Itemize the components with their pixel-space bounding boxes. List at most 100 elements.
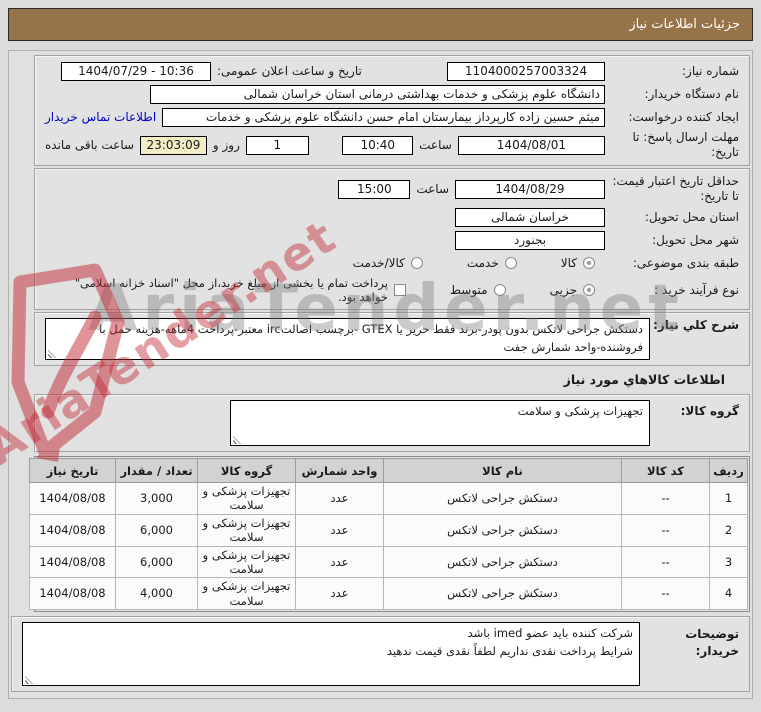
remaining-countdown-field: 23:03:09	[140, 135, 207, 155]
goods-radio[interactable]	[583, 257, 595, 269]
deadline-time-input[interactable]: 10:40	[342, 135, 414, 155]
delivery-province-label: استان محل تحویل:	[644, 209, 739, 224]
cell-quantity: 6,000	[115, 513, 198, 547]
buyer-org-label: نام دستگاه خریدار:	[644, 86, 740, 101]
cell-unit: عدد	[295, 577, 384, 610]
response-deadline-row: مهلت ارسال پاسخ: تا تاریخ: 1404/08/01 سا…	[45, 130, 739, 160]
validity-hour-label: ساعت	[416, 181, 449, 196]
delivery-city-label: شهر محل تحویل:	[652, 232, 739, 247]
cell-row-number: 4	[709, 577, 748, 610]
buyer-org-input[interactable]: دانشگاه علوم پزشکی و خدمات بهداشتی درمان…	[150, 84, 605, 104]
need-number-label: شماره نیاز:	[682, 63, 739, 78]
goods-service-radio[interactable]	[410, 257, 423, 269]
buyer-notes-line: شرایط پرداخت نقدی نداریم لطفاً نقدی قیمت…	[386, 643, 633, 658]
purchase-process-row: نوع فرآیند خرید : جزیی متوسط پرداخت تمام…	[45, 276, 739, 304]
treasury-checkbox[interactable]	[393, 284, 406, 296]
need-description-groupbox: شرح کلي نیاز: دستکش جراحی لاتکس بدون پود…	[34, 312, 750, 366]
minor-radio[interactable]	[583, 284, 595, 296]
cell-need-date: 1404/08/08	[29, 577, 116, 610]
general-info-groupbox: شماره نیاز: 1104000257003324 تاریخ و ساع…	[34, 55, 750, 166]
goods-radio-label: کالا	[560, 256, 577, 270]
radio-option-minor[interactable]: جزیی	[550, 283, 595, 297]
days-and-label: روز و	[212, 137, 240, 152]
cell-quantity: 3,000	[115, 482, 198, 515]
need-number-input[interactable]: 1104000257003324	[447, 61, 605, 81]
request-creator-row: ایجاد کننده درخواست: میثم حسین زاده کارپ…	[45, 107, 739, 127]
cell-need-date: 1404/08/08	[29, 482, 116, 515]
cell-quantity: 6,000	[115, 545, 198, 579]
radio-option-goods-service[interactable]: کالا/خدمت	[353, 256, 423, 270]
cell-item-code: --	[621, 577, 710, 610]
need-number-row: شماره نیاز: 1104000257003324 تاریخ و ساع…	[45, 61, 739, 81]
request-creator-input[interactable]: میثم حسین زاده کارپرداز بیمارستان امام ح…	[162, 107, 605, 127]
delivery-province-row: استان محل تحویل: خراسان شمالی	[45, 207, 739, 227]
col-header-item-code: کد کالا	[621, 458, 710, 483]
goods-group-text: تجهیزات پزشکی و سلامت	[517, 404, 643, 418]
remaining-days-field[interactable]: 1	[245, 135, 309, 155]
delivery-info-groupbox: حداقل تاریخ اعتبار قیمت: تا تاریخ: 1404/…	[34, 168, 750, 310]
need-description-text: دستکش جراحی لاتکس بدون پودر-برند فقط حری…	[99, 322, 643, 354]
remaining-hours-label: ساعت باقی مانده	[45, 137, 135, 152]
table-row: 2 -- دستکش جراحی لاتکس عدد تجهیزات پزشکی…	[29, 513, 748, 547]
goods-group-label: گروه کالا:	[680, 404, 739, 418]
announce-datetime-input[interactable]: 1404/07/29 - 10:36	[61, 61, 211, 81]
buyer-notes-groupbox: توضیحات خریدار: شرکت کننده باید عضو imed…	[11, 616, 750, 692]
cell-need-date: 1404/08/08	[29, 545, 116, 579]
col-header-need-date: تاریخ نیاز	[29, 458, 116, 483]
col-header-unit: واحد شمارش	[295, 458, 384, 483]
page-title: جزئیات اطلاعات نیاز	[8, 8, 753, 41]
price-validity-label: حداقل تاریخ اعتبار قیمت: تا تاریخ:	[612, 174, 739, 203]
resize-handle-icon	[233, 436, 241, 444]
table-row: 1 -- دستکش جراحی لاتکس عدد تجهیزات پزشکی…	[29, 482, 748, 515]
deadline-hour-label: ساعت	[419, 137, 452, 152]
cell-item-name: دستکش جراحی لاتکس	[383, 545, 622, 579]
col-header-item-name: نام کالا	[383, 458, 622, 483]
radio-option-service[interactable]: خدمت	[467, 256, 517, 270]
buyer-org-row: نام دستگاه خریدار: دانشگاه علوم پزشکی و …	[45, 84, 739, 104]
cell-item-name: دستکش جراحی لاتکس	[383, 482, 622, 515]
cell-row-number: 1	[709, 482, 748, 515]
buyer-notes-line: شرکت کننده باید عضو imed باشد	[467, 626, 633, 640]
treasury-checkbox-option[interactable]: پرداخت تمام یا بخشی از مبلغ خرید،از محل …	[45, 276, 406, 304]
cell-quantity: 4,000	[115, 577, 198, 610]
need-description-textarea[interactable]: دستکش جراحی لاتکس بدون پودر-برند فقط حری…	[45, 318, 650, 360]
cell-item-name: دستکش جراحی لاتکس	[383, 577, 622, 610]
items-section-title: اطلاعات کالاهاي مورد نیاز	[563, 372, 725, 387]
medium-radio-label: متوسط	[449, 283, 488, 297]
goods-group-textarea[interactable]: تجهیزات پزشکی و سلامت	[230, 400, 650, 446]
minor-radio-label: جزیی	[549, 283, 577, 297]
delivery-province-input[interactable]: خراسان شمالی	[455, 207, 605, 227]
buyer-contact-link[interactable]: اطلاعات تماس خریدار	[45, 110, 156, 124]
goods-service-radio-label: کالا/خدمت	[352, 256, 405, 270]
delivery-city-row: شهر محل تحویل: بجنورد	[45, 230, 739, 250]
buyer-notes-label: توضیحات خریدار:	[685, 627, 739, 658]
col-header-quantity: تعداد / مقدار	[115, 458, 198, 483]
request-creator-label: ایجاد کننده درخواست:	[628, 109, 739, 124]
deadline-date-input[interactable]: 1404/08/01	[457, 135, 605, 155]
buyer-notes-textarea[interactable]: شرکت کننده باید عضو imed باشد شرایط پردا…	[22, 622, 640, 686]
cell-item-code: --	[621, 482, 710, 515]
cell-need-date: 1404/08/08	[29, 513, 116, 547]
resize-handle-icon	[48, 350, 56, 358]
service-radio[interactable]	[504, 257, 517, 269]
announce-datetime-label: تاریخ و ساعت اعلان عمومی:	[217, 63, 362, 78]
validity-time-input[interactable]: 15:00	[338, 179, 411, 199]
radio-option-medium[interactable]: متوسط	[450, 283, 506, 297]
radio-option-goods[interactable]: کالا	[561, 256, 595, 270]
cell-group: تجهیزات پزشکی و سلامت	[197, 577, 296, 610]
cell-unit: عدد	[295, 513, 384, 547]
delivery-city-input[interactable]: بجنورد	[455, 230, 605, 250]
table-row: 3 -- دستکش جراحی لاتکس عدد تجهیزات پزشکی…	[29, 545, 748, 579]
goods-group-groupbox: گروه کالا: تجهیزات پزشکی و سلامت	[34, 394, 750, 452]
resize-handle-icon	[25, 676, 33, 684]
medium-radio[interactable]	[493, 284, 506, 296]
subject-classification-label: طبقه بندی موضوعی:	[632, 255, 739, 270]
treasury-checkbox-label: پرداخت تمام یا بخشی از مبلغ خرید،از محل …	[74, 276, 388, 304]
cell-row-number: 3	[709, 545, 748, 579]
need-details-page: جزئیات اطلاعات نیاز شماره نیاز: 11040002…	[0, 0, 761, 712]
validity-date-input[interactable]: 1404/08/29	[455, 179, 605, 199]
form-panel: شماره نیاز: 1104000257003324 تاریخ و ساع…	[8, 50, 753, 699]
response-deadline-label: مهلت ارسال پاسخ: تا تاریخ:	[632, 130, 739, 159]
need-description-label: شرح کلي نیاز:	[653, 318, 739, 332]
purchase-process-label: نوع فرآیند خرید :	[654, 282, 739, 297]
